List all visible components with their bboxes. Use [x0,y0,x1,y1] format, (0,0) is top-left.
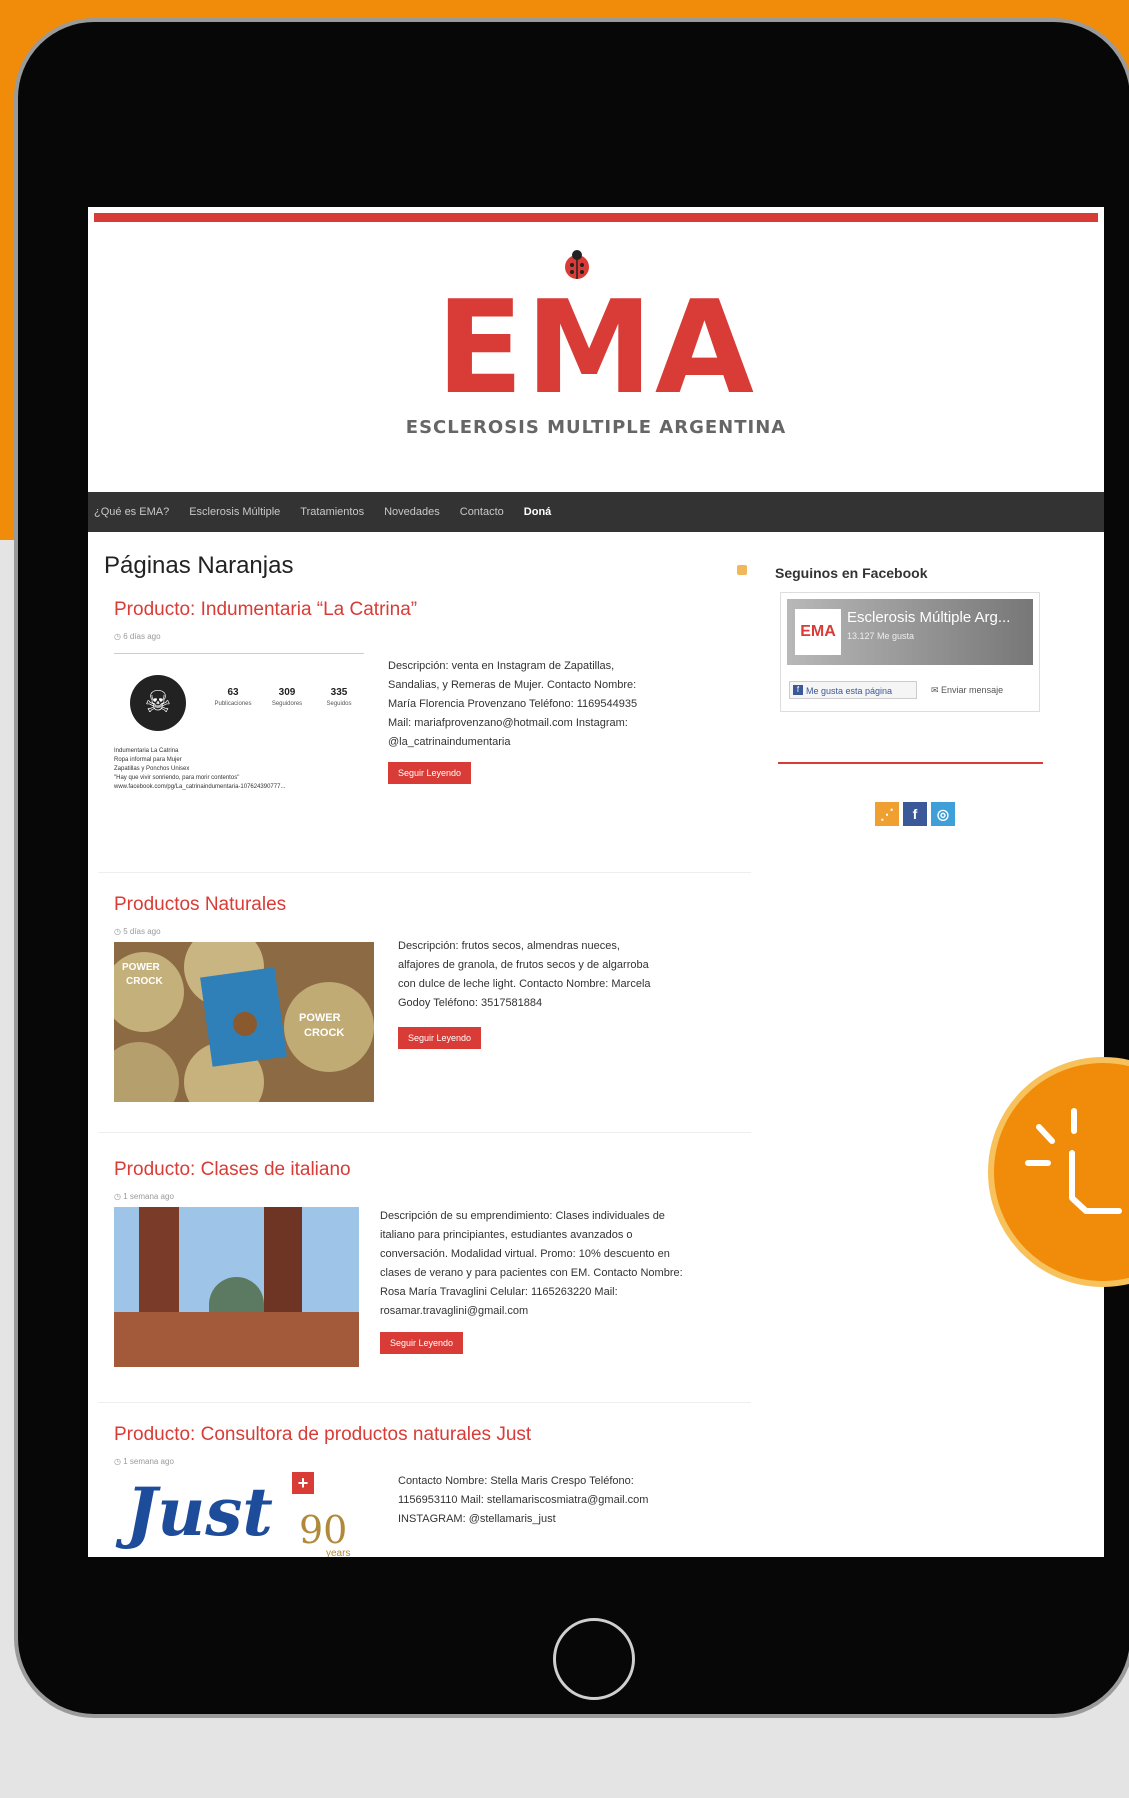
clock-icon: ◷ [114,927,124,936]
stat-following-count: 335 [330,687,348,698]
facebook-page-name[interactable]: Esclerosis Múltiple Arg... [847,609,1010,626]
facebook-cover-image: EMA Esclerosis Múltiple Arg... 13.127 Me… [787,599,1033,665]
post-item: Producto: Indumentaria “La Catrina” ◷ 6 … [98,587,751,872]
nav-item-contacto[interactable]: Contacto [460,506,504,518]
post-date-text: 6 días ago [123,632,161,641]
tablet-frame: EMA ESCLEROSIS MULTIPLE ARGENTINA ¿Qué e… [14,18,1129,1718]
bio-link: www.facebook.com/pg/La_catrinaindumentar… [114,784,286,790]
nav-item-tratamientos[interactable]: Tratamientos [300,506,364,518]
facebook-message-label: Enviar mensaje [941,685,1004,695]
post-thumbnail[interactable]: Just + 90 years [114,1472,374,1557]
facebook-page-logo: EMA [795,609,841,655]
logo-subtitle: ESCLEROSIS MULTIPLE ARGENTINA [405,417,787,438]
rss-icon[interactable] [737,565,747,575]
stat-posts-count: 63 [227,687,239,698]
read-more-button[interactable]: Seguir Leyendo [398,1027,482,1049]
messenger-icon: ✉ [931,685,942,695]
post-description: Descripción: frutos secos, almendras nue… [398,940,651,1009]
package-image [200,967,287,1067]
bio-line: Ropa informal para Mujer [114,757,182,763]
post-title[interactable]: Productos Naturales [114,894,286,916]
post-description: Descripción: venta en Instagram de Zapat… [388,660,638,748]
sidebar-divider [778,762,1043,764]
facebook-like-button[interactable]: f Me gusta esta página [789,681,917,699]
post-title[interactable]: Producto: Consultora de productos natura… [114,1424,531,1446]
post-thumbnail[interactable]: ☠ 63 Publicaciones 309 Seguidores 335 Se… [114,647,364,807]
main-navigation: ¿Qué es EMA? Esclerosis Múltiple Tratami… [88,492,1104,532]
cookie-label: CROCK [304,1027,345,1039]
cookie-label: POWER [122,962,160,973]
nav-item-que-es-ema[interactable]: ¿Qué es EMA? [94,506,169,518]
cookie-image [114,1042,179,1102]
swiss-cross-icon: + [292,1472,314,1494]
read-more-button[interactable]: Seguir Leyendo [388,762,472,784]
nav-item-novedades[interactable]: Novedades [384,506,440,518]
social-icons: ⋰ f ◎ [875,802,955,826]
facebook-likes-count: 13.127 Me gusta [847,631,915,641]
stat-followers-label: Seguidores [271,701,303,707]
nav-item-dona[interactable]: Doná [524,506,552,518]
post-divider [98,872,751,873]
nav-item-esclerosis-multiple[interactable]: Esclerosis Múltiple [189,506,280,518]
stat-following-label: Seguidos [326,701,352,707]
clock-icon: ◷ [114,1457,124,1466]
browser-screen: EMA ESCLEROSIS MULTIPLE ARGENTINA ¿Qué e… [88,207,1104,1557]
top-accent-bar [94,213,1098,222]
bio-line: Zapatillas y Ponchos Unisex [114,766,190,772]
post-title[interactable]: Producto: Indumentaria “La Catrina” [114,599,417,621]
stat-posts-label: Publicaciones [214,701,252,707]
bio-line: Indumentaria La Catrina [114,748,179,754]
facebook-widget-title: Seguinos en Facebook [775,565,928,581]
tap-gesture-icon [1025,1108,1122,1214]
thumbnail-divider [114,653,364,654]
facebook-like-label: Me gusta esta página [806,686,893,696]
post-date-text: 1 semana ago [123,1457,174,1466]
rss-icon[interactable]: ⋰ [875,802,899,826]
facebook-page-widget[interactable]: EMA Esclerosis Múltiple Arg... 13.127 Me… [780,592,1040,712]
post-divider [98,1132,751,1133]
post-thumbnail[interactable] [114,1207,359,1367]
post-description: Contacto Nombre: Stella Maris Crespo Tel… [398,1475,649,1525]
site-logo[interactable]: EMA ESCLEROSIS MULTIPLE ARGENTINA [88,247,1104,438]
stat-followers-count: 309 [278,687,296,698]
skull-avatar-icon: ☠ [130,675,186,731]
cookie-label: CROCK [126,976,163,987]
facebook-icon[interactable]: f [903,802,927,826]
just-brand-logo: Just [126,1473,273,1551]
post-date-text: 5 días ago [123,927,161,936]
facebook-message-button[interactable]: ✉ Enviar mensaje [931,681,1035,699]
post-item: Productos Naturales ◷ 5 días ago POWER C… [98,882,751,1117]
page-title: Páginas Naranjas [104,552,294,579]
clock-icon: ◷ [114,1192,124,1201]
post-date: ◷ 1 semana ago [114,1457,174,1466]
bio-line: "Hay que vivir sonriendo, para morir con… [114,775,240,781]
instagram-bio: Indumentaria La Catrina Ropa informal pa… [114,747,285,792]
post-date: ◷ 5 días ago [114,927,161,936]
post-description: Descripción de su emprendimiento: Clases… [380,1210,683,1317]
post-title[interactable]: Producto: Clases de italiano [114,1159,351,1181]
post-thumbnail[interactable]: POWER CROCK POWER CROCK [114,942,374,1102]
post-divider [98,1402,751,1403]
cookie-label: POWER [299,1012,341,1024]
building-image [114,1312,359,1367]
just-years-label: years [326,1548,351,1557]
home-button[interactable] [553,1618,635,1700]
facebook-icon: f [793,685,803,695]
logo-wordmark: EMA [436,274,756,423]
post-date: ◷ 1 semana ago [114,1192,174,1201]
instagram-icon[interactable]: ◎ [931,802,955,826]
cookie-image [231,1010,259,1038]
post-date-text: 1 semana ago [123,1192,174,1201]
read-more-button[interactable]: Seguir Leyendo [380,1332,464,1354]
just-90-years: 90 [299,1508,348,1552]
post-date: ◷ 6 días ago [114,632,161,641]
dome-image [209,1277,264,1312]
clock-icon: ◷ [114,632,124,641]
post-item: Producto: Clases de italiano ◷ 1 semana … [98,1147,751,1397]
post-item: Producto: Consultora de productos natura… [98,1412,751,1557]
